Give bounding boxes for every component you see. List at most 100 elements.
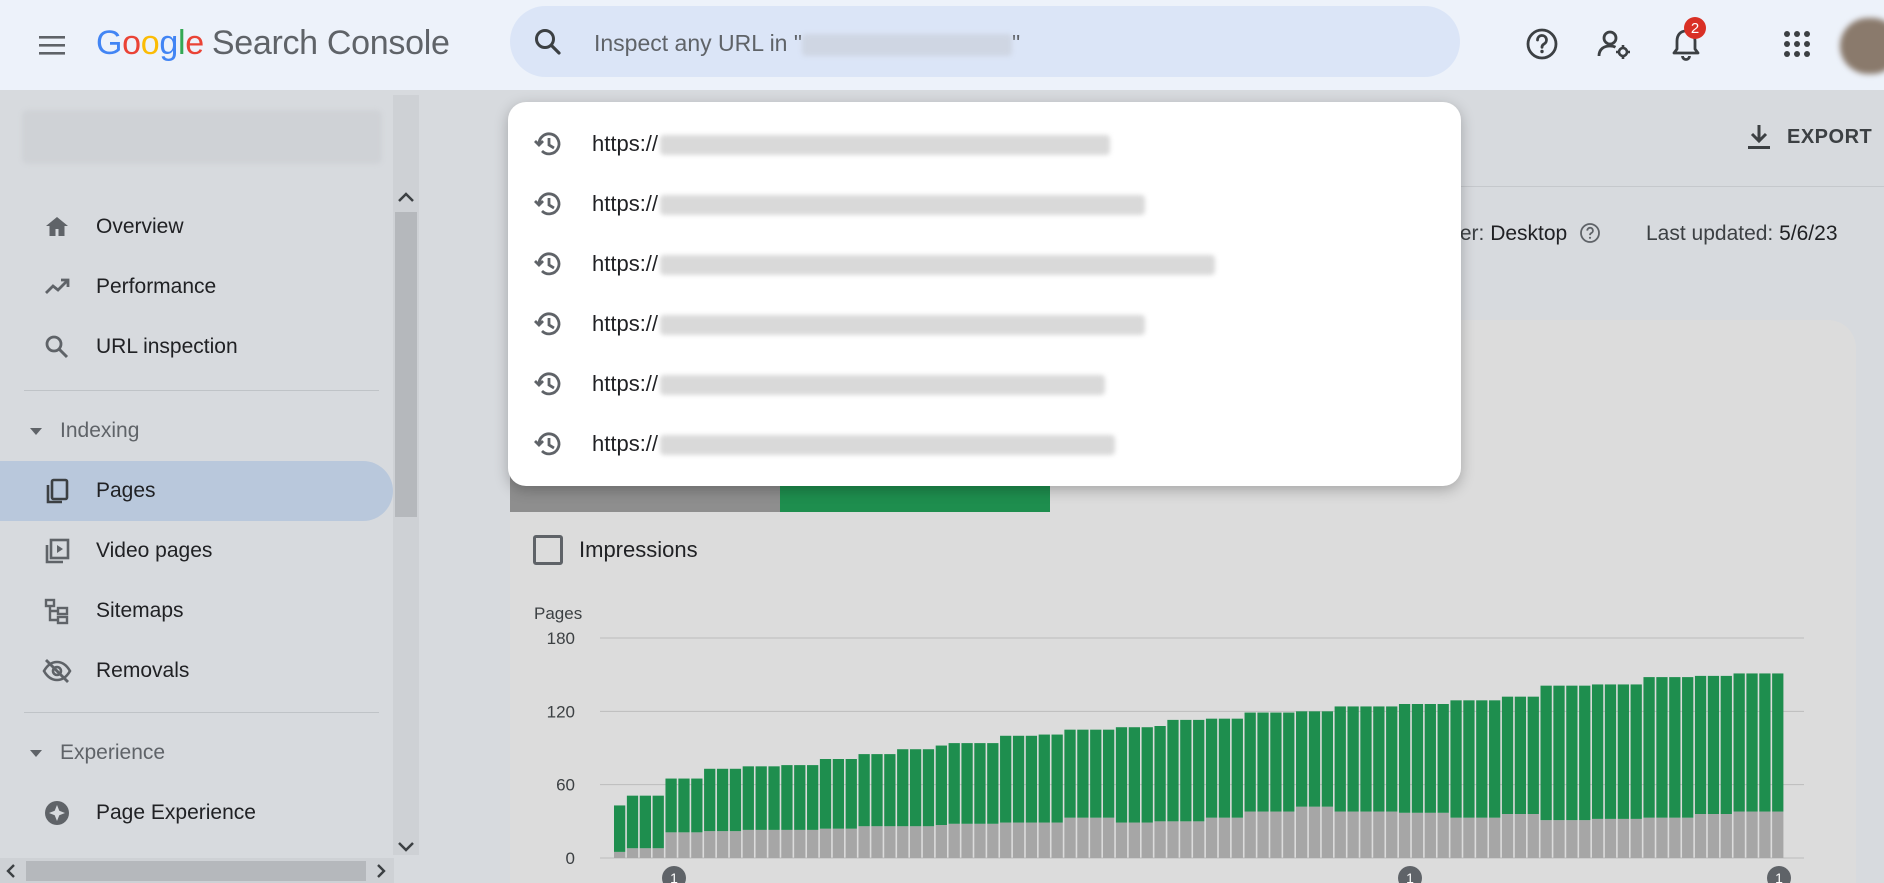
bar-not-indexed [922, 826, 935, 858]
bar-not-indexed [819, 828, 832, 858]
history-url-prefix: https:// [592, 311, 659, 336]
redacted-url [660, 375, 1106, 396]
bar-indexed [1193, 719, 1205, 822]
bar-indexed [1630, 684, 1642, 819]
y-tick-label: 120 [547, 702, 575, 721]
sidebar-item-url-inspection[interactable]: URL inspection [0, 317, 393, 377]
last-updated: Last updated: 5/6/23 [1646, 222, 1838, 246]
bar-not-indexed [1218, 817, 1231, 858]
bar-indexed [1591, 684, 1604, 819]
bar-not-indexed [961, 823, 973, 858]
help-icon[interactable] [1579, 222, 1601, 244]
bar-not-indexed [1051, 822, 1063, 858]
scroll-left-icon[interactable] [4, 862, 18, 880]
y-tick-label: 60 [556, 776, 575, 795]
history-item[interactable]: https:// [508, 414, 1461, 474]
bar-not-indexed [1154, 821, 1166, 858]
bar-indexed [1141, 727, 1153, 823]
home-icon [42, 212, 72, 242]
page-experience-icon [42, 798, 72, 828]
history-url-prefix: https:// [592, 131, 659, 156]
bar-not-indexed [691, 832, 703, 858]
sidebar-section-experience[interactable]: Experience [30, 733, 165, 773]
bar-indexed [768, 766, 780, 830]
bar-indexed [1398, 704, 1411, 813]
bar-not-indexed [1360, 811, 1372, 858]
bar-not-indexed [1000, 822, 1012, 858]
sidebar-item-performance[interactable]: Performance [0, 257, 393, 317]
manage-users-icon[interactable] [1594, 24, 1634, 64]
bar-indexed [1489, 700, 1501, 818]
bar-not-indexed [1540, 820, 1552, 858]
history-url-prefix: https:// [592, 371, 659, 396]
url-inspect-search[interactable]: Inspect any URL in " " [510, 6, 1460, 77]
scroll-up-icon[interactable] [396, 190, 416, 204]
bar-not-indexed [1733, 811, 1745, 858]
bar-indexed [1643, 677, 1655, 818]
menu-icon[interactable] [34, 27, 70, 63]
history-item[interactable]: https:// [508, 114, 1461, 174]
bar-indexed [819, 759, 832, 829]
bar-indexed [665, 778, 677, 833]
bar-not-indexed [909, 826, 922, 858]
bar-indexed [1334, 706, 1346, 812]
bar-indexed [626, 795, 639, 849]
bar-indexed [1090, 729, 1102, 818]
history-item[interactable]: https:// [508, 234, 1461, 294]
search-input[interactable]: Inspect any URL in " " [594, 30, 1020, 57]
bar-indexed [704, 768, 716, 832]
product-logo[interactable]: Google Search Console [96, 24, 450, 63]
sidebar-item-pages[interactable]: Pages [0, 461, 393, 521]
history-url-prefix: https:// [592, 191, 659, 216]
sidebar-item-sitemaps[interactable]: Sitemaps [0, 581, 393, 641]
bar-indexed [1012, 735, 1025, 823]
bar-indexed [1437, 704, 1449, 813]
property-selector[interactable] [22, 110, 382, 164]
bar-indexed [1270, 712, 1282, 812]
bar-indexed [961, 743, 973, 824]
bar-not-indexed [1694, 814, 1707, 858]
search-icon[interactable] [532, 26, 564, 58]
bar-not-indexed [1437, 812, 1449, 858]
notification-badge: 2 [1684, 17, 1706, 39]
logo-letter: g [159, 24, 178, 62]
export-button[interactable]: EXPORT [1745, 122, 1872, 152]
bar-not-indexed [1347, 811, 1359, 858]
history-item[interactable]: https:// [508, 354, 1461, 414]
bar-not-indexed [1579, 820, 1591, 858]
help-icon[interactable] [1522, 24, 1562, 64]
sidebar-item-label: Removals [96, 659, 190, 682]
bar-indexed [1527, 696, 1539, 814]
sidebar-scroll-thumb[interactable] [395, 212, 417, 517]
sidebar-item-removals[interactable]: Removals [0, 641, 393, 701]
bar-not-indexed [755, 829, 767, 858]
bar-indexed [1656, 677, 1668, 818]
apps-grid-icon[interactable] [1777, 24, 1817, 64]
bar-not-indexed [1411, 812, 1424, 858]
bar-not-indexed [1566, 820, 1578, 858]
bar-not-indexed [1772, 811, 1784, 858]
avatar[interactable] [1840, 18, 1884, 74]
sidebar-item-overview[interactable]: Overview [0, 197, 393, 257]
logo-letter: e [185, 24, 204, 62]
sidebar-divider [24, 390, 379, 391]
sidebar-section-indexing[interactable]: Indexing [30, 411, 139, 451]
bar-indexed [1244, 712, 1256, 812]
bar-not-indexed [1759, 811, 1771, 858]
bar-not-indexed [626, 848, 639, 858]
bar-not-indexed [948, 823, 960, 858]
bar-indexed [1424, 704, 1436, 813]
sidebar-item-video-pages[interactable]: Video pages [0, 521, 393, 581]
scroll-down-icon[interactable] [396, 840, 416, 854]
sidebar-horizontal-scrollbar[interactable] [0, 858, 394, 883]
history-item[interactable]: https:// [508, 294, 1461, 354]
scroll-right-icon[interactable] [374, 862, 388, 880]
bar-indexed [1231, 718, 1243, 818]
bar-not-indexed [1707, 814, 1720, 858]
eye-off-icon [42, 656, 72, 686]
bar-not-indexed [1205, 817, 1218, 858]
bar-indexed [1720, 675, 1732, 814]
sidebar-item-page-experience[interactable]: Page Experience [0, 783, 393, 843]
history-item[interactable]: https:// [508, 174, 1461, 234]
horizontal-scroll-thumb[interactable] [26, 861, 366, 881]
